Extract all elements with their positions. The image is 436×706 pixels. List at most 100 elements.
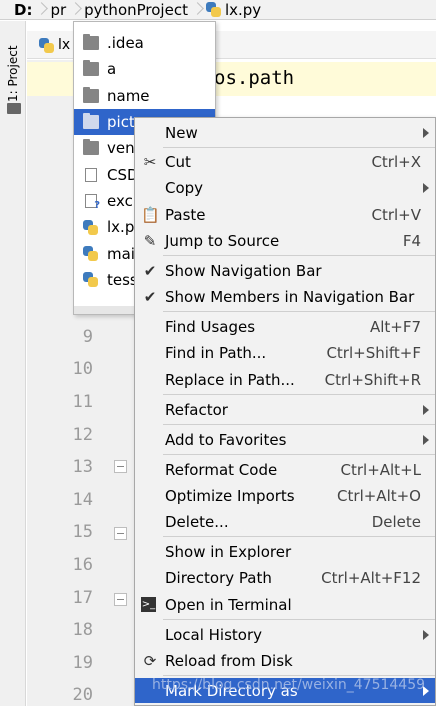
breadcrumb-project[interactable]: pythonProject: [80, 0, 192, 20]
menu-item-open-in-terminal[interactable]: >_ Open in Terminal: [135, 592, 435, 617]
menu-label: Show in Explorer: [165, 542, 292, 561]
tab-label: lx: [58, 37, 71, 53]
python-file-icon: [39, 37, 54, 53]
line-number: 18: [72, 620, 93, 641]
menu-label: Cut: [165, 152, 191, 171]
pencil-icon: ✎: [143, 231, 157, 250]
folder-icon: [83, 60, 99, 77]
menu-separator: [163, 454, 435, 455]
navigation-bar: D: pr pythonProject lx.py: [0, 0, 436, 20]
menu-shortcut: Ctrl+Alt+O: [337, 486, 421, 505]
menu-separator: [163, 311, 435, 312]
breadcrumb-separator-icon: [192, 0, 202, 20]
menu-label: Delete...: [165, 512, 229, 531]
popup-item[interactable]: .idea: [74, 30, 215, 56]
popup-item-label: .idea: [107, 34, 144, 53]
submenu-arrow-icon: [423, 629, 429, 640]
python-file-icon: [83, 246, 98, 262]
menu-item-refactor[interactable]: Refactor: [135, 397, 435, 422]
menu-item-paste[interactable]: 📋 Paste Ctrl+V: [135, 202, 435, 227]
folder-icon: [83, 113, 99, 130]
menu-label: Add to Favorites: [165, 430, 287, 449]
menu-label: Reload from Disk: [165, 651, 293, 670]
popup-item-label: lx.p: [107, 218, 135, 237]
menu-item-copy[interactable]: Copy: [135, 175, 435, 200]
popup-item-label: a: [107, 60, 117, 79]
menu-item-replace-in-path[interactable]: Replace in Path... Ctrl+Shift+R: [135, 367, 435, 392]
menu-item-jump-to-source[interactable]: ✎ Jump to Source F4: [135, 228, 435, 253]
menu-separator: [163, 424, 435, 425]
popup-item[interactable]: a: [74, 56, 215, 82]
menu-item-show-in-explorer[interactable]: Show in Explorer: [135, 539, 435, 564]
menu-label: Copy: [165, 178, 204, 197]
menu-label: Replace in Path...: [165, 370, 295, 389]
terminal-icon: >_: [141, 597, 156, 612]
menu-label: New: [165, 123, 198, 142]
line-number: 19: [72, 652, 93, 673]
menu-item-new[interactable]: New: [135, 120, 435, 145]
python-file-icon: [205, 2, 221, 17]
unknown-file-icon: [85, 193, 100, 211]
menu-item-show-members[interactable]: ✔ Show Members in Navigation Bar: [135, 284, 435, 309]
menu-label: Local History: [165, 625, 263, 644]
editor-tab[interactable]: lx: [39, 31, 70, 59]
line-number: 9: [82, 326, 93, 347]
menu-item-reload-from-disk[interactable]: ⟳ Reload from Disk: [135, 648, 435, 673]
menu-label: Jump to Source: [165, 231, 280, 250]
popup-item[interactable]: name: [74, 83, 215, 109]
menu-separator: [163, 536, 435, 537]
line-number: 17: [72, 587, 93, 608]
breadcrumb-label: pr: [50, 0, 67, 19]
popup-item-label: ven: [107, 139, 135, 158]
project-folder-icon[interactable]: [7, 103, 21, 114]
code-text[interactable]: os.path: [214, 67, 294, 89]
project-tool-button[interactable]: 1: Project: [6, 42, 20, 102]
fold-marker-icon[interactable]: [114, 527, 127, 540]
popup-item-label: exc: [107, 191, 133, 210]
submenu-arrow-icon: [423, 404, 429, 415]
fold-marker-icon[interactable]: [114, 460, 127, 473]
breadcrumb-label: pythonProject: [84, 0, 188, 19]
text-file-icon: [85, 167, 97, 182]
menu-label: Show Navigation Bar: [165, 261, 322, 280]
menu-item-local-history[interactable]: Local History: [135, 622, 435, 647]
menu-item-cut[interactable]: ✂ Cut Ctrl+X: [135, 149, 435, 174]
menu-label: Find in Path...: [165, 343, 267, 362]
checkmark-icon: ✔: [143, 261, 157, 280]
menu-label: Paste: [165, 205, 206, 224]
line-number: 20: [72, 685, 93, 706]
breadcrumb-pr[interactable]: pr: [46, 0, 70, 20]
breadcrumb-file[interactable]: lx.py: [202, 0, 265, 20]
menu-shortcut: Alt+F7: [369, 317, 421, 336]
line-number: 16: [72, 554, 93, 575]
menu-shortcut: F4: [402, 231, 421, 250]
line-number: 13: [72, 457, 93, 478]
folder-icon: [83, 86, 99, 103]
menu-item-delete[interactable]: Delete... Delete: [135, 509, 435, 534]
folder-icon: [83, 34, 99, 51]
menu-shortcut: Ctrl+Alt+F12: [321, 568, 421, 587]
menu-shortcut: Ctrl+Alt+L: [340, 460, 422, 479]
menu-label: Directory Path: [165, 568, 272, 587]
menu-separator: [163, 147, 435, 148]
line-number: 12: [72, 424, 93, 445]
breadcrumb-drive[interactable]: D:: [0, 0, 36, 20]
menu-label: Optimize Imports: [165, 486, 295, 505]
menu-item-directory-path[interactable]: Directory Path Ctrl+Alt+F12: [135, 565, 435, 590]
menu-shortcut: Ctrl+X: [371, 152, 421, 171]
menu-shortcut: Delete: [371, 512, 421, 531]
menu-item-show-navigation-bar[interactable]: ✔ Show Navigation Bar: [135, 258, 435, 283]
menu-item-find-usages[interactable]: Find Usages Alt+F7: [135, 314, 435, 339]
breadcrumb-separator-icon: [36, 0, 46, 20]
fold-marker-icon[interactable]: [114, 593, 127, 606]
menu-label: Refactor: [165, 400, 228, 419]
menu-item-optimize-imports[interactable]: Optimize Imports Ctrl+Alt+O: [135, 483, 435, 508]
scissors-icon: ✂: [143, 152, 157, 171]
menu-item-reformat-code[interactable]: Reformat Code Ctrl+Alt+L: [135, 457, 435, 482]
popup-item-label: name: [107, 86, 150, 105]
menu-item-add-to-favorites[interactable]: Add to Favorites: [135, 427, 435, 452]
menu-shortcut: Ctrl+Shift+R: [324, 370, 421, 389]
line-number: 14: [72, 489, 93, 510]
menu-item-find-in-path[interactable]: Find in Path... Ctrl+Shift+F: [135, 340, 435, 365]
menu-separator: [163, 619, 435, 620]
